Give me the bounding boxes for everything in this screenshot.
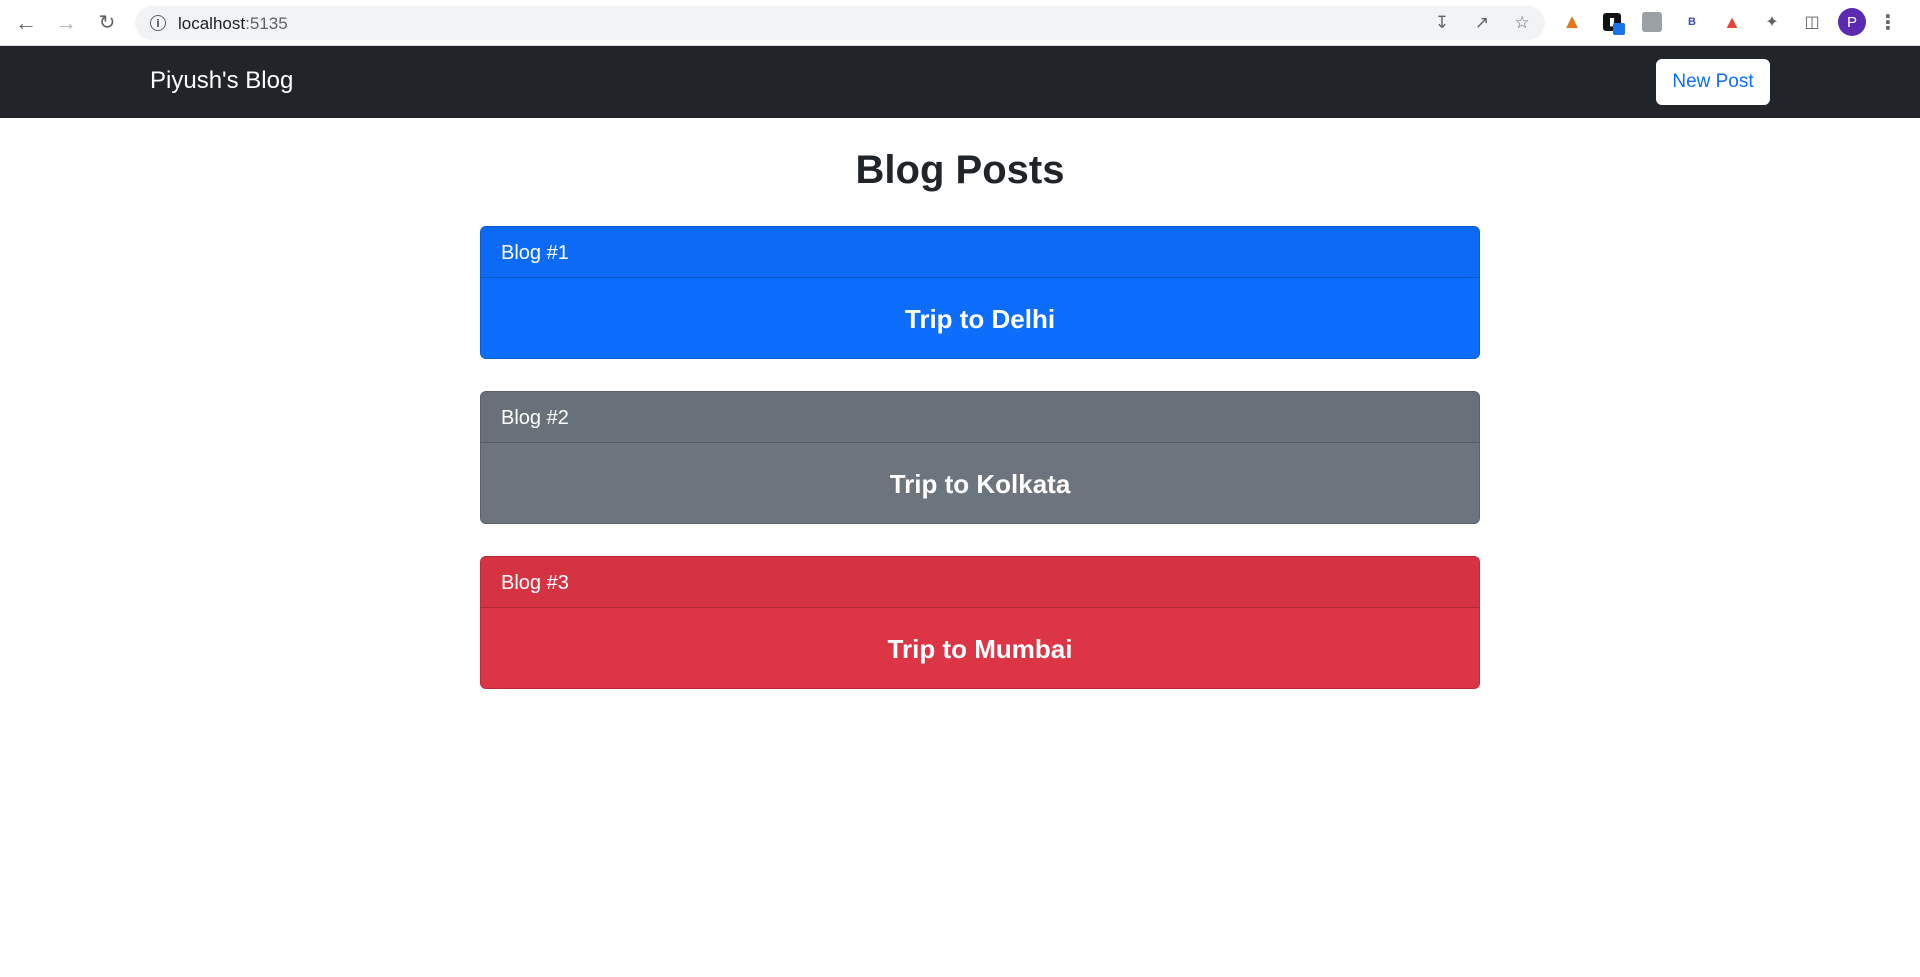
- share-icon[interactable]: ↗: [1469, 10, 1495, 36]
- blog-card-title: Trip to Delhi: [904, 303, 1056, 334]
- metamask-extension-icon[interactable]: ▲: [1558, 8, 1586, 36]
- blog-card-header: Blog #3: [481, 557, 1479, 608]
- blog-card[interactable]: Blog #2 Trip to Kolkata: [480, 391, 1480, 524]
- install-app-icon[interactable]: ↧: [1429, 10, 1455, 36]
- back-icon[interactable]: ←: [8, 8, 44, 38]
- url-text[interactable]: localhost:5135: [178, 14, 288, 34]
- page-title: Blog Posts: [855, 148, 1065, 192]
- profile-avatar[interactable]: P: [1838, 8, 1866, 36]
- forward-icon[interactable]: →: [48, 8, 84, 38]
- url-host: localhost: [178, 14, 246, 33]
- blog-card[interactable]: Blog #3 Trip to Mumbai: [480, 556, 1480, 689]
- extension-red-icon[interactable]: ▲: [1718, 8, 1746, 36]
- blog-post-list: Blog #1 Trip to Delhi Blog #2 Trip to Ko…: [480, 226, 1480, 721]
- extension-icon[interactable]: [1638, 8, 1666, 36]
- extensions-puzzle-icon[interactable]: ✦: [1758, 8, 1786, 36]
- extension-icon[interactable]: ▮: [1598, 8, 1626, 36]
- url-port: :5135: [245, 14, 288, 33]
- browser-toolbar: ← → ↻ i localhost:5135 ↧ ↗ ☆ ▲ ▮ B ▲ ✦ ◫…: [0, 0, 1920, 46]
- blog-card[interactable]: Blog #1 Trip to Delhi: [480, 226, 1480, 359]
- navbar-brand[interactable]: Piyush's Blog: [150, 67, 293, 95]
- site-info-icon[interactable]: i: [150, 15, 166, 31]
- reload-icon[interactable]: ↻: [89, 8, 125, 38]
- browser-menu-icon[interactable]: ⋮: [1878, 10, 1898, 35]
- address-bar[interactable]: i localhost:5135 ↧ ↗ ☆: [135, 6, 1545, 40]
- blog-card-title: Trip to Mumbai: [887, 633, 1073, 664]
- app-navbar: Piyush's Blog New Post: [0, 46, 1920, 118]
- blog-card-header: Blog #1: [481, 227, 1479, 278]
- blog-card-title: Trip to Kolkata: [889, 468, 1071, 499]
- bookmark-star-icon[interactable]: ☆: [1509, 10, 1535, 36]
- extension-b-icon[interactable]: B: [1678, 8, 1706, 36]
- new-post-button[interactable]: New Post: [1656, 59, 1770, 105]
- blog-card-header: Blog #2: [481, 392, 1479, 443]
- side-panel-icon[interactable]: ◫: [1798, 8, 1826, 36]
